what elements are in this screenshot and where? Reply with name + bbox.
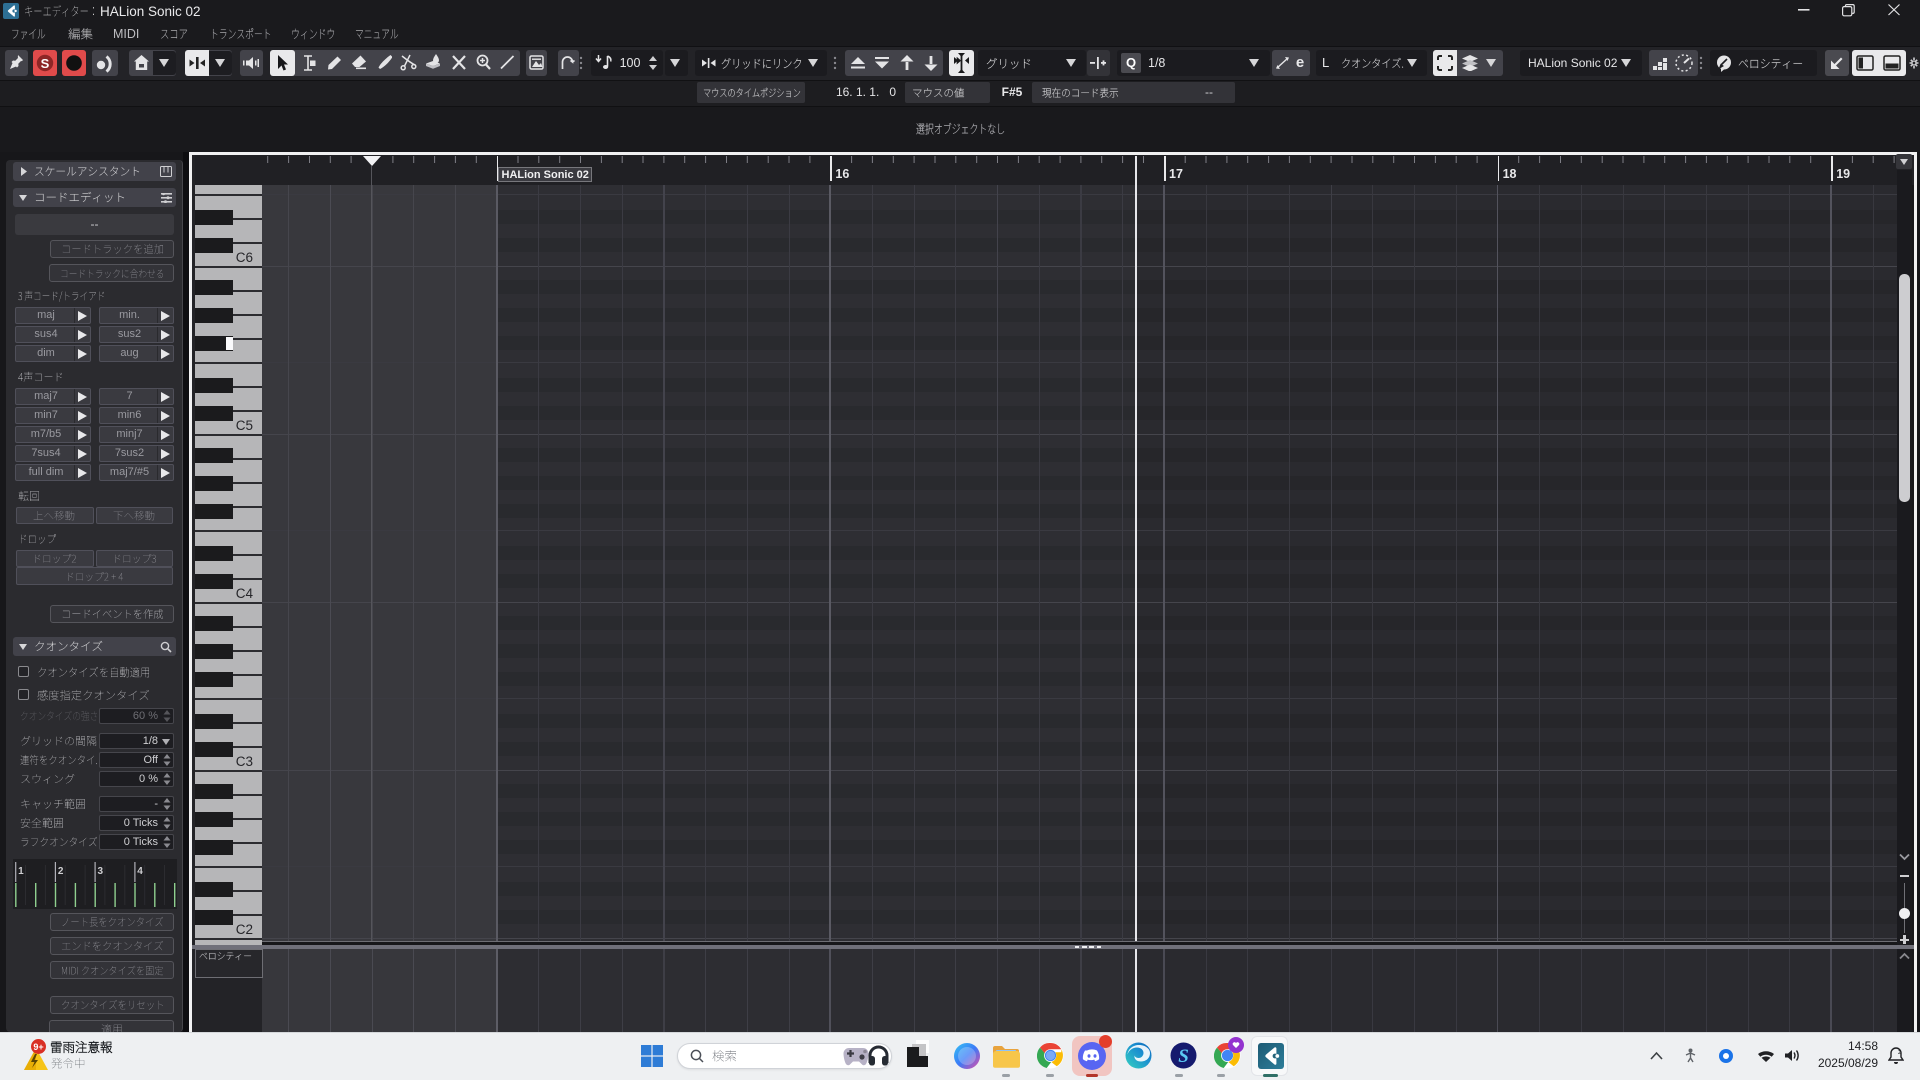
svg-text:S: S (41, 56, 50, 71)
svg-text:S: S (1178, 1046, 1189, 1067)
svg-text:z: z (1898, 1050, 1901, 1056)
